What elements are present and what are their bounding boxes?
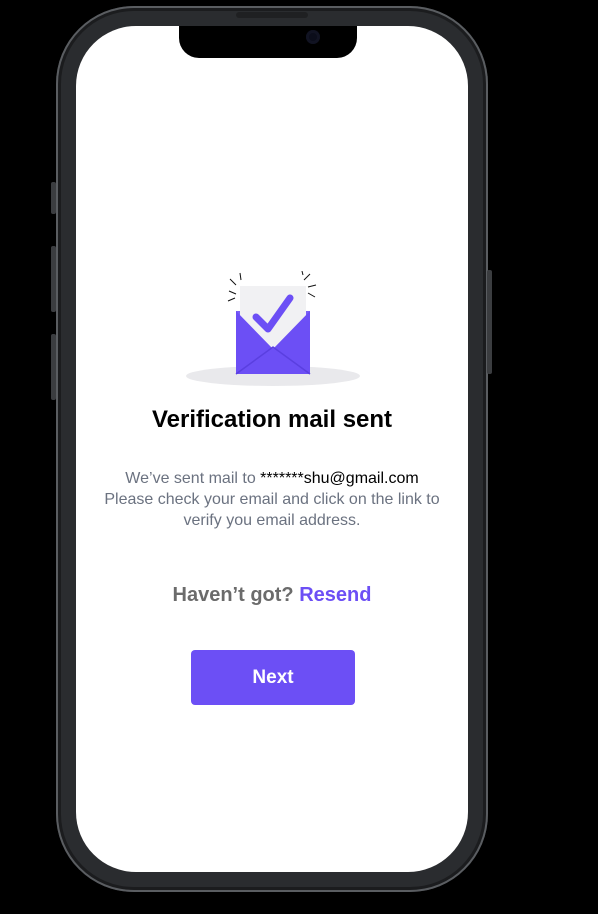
message-instructions: Please check your email and click on the…: [104, 491, 440, 529]
resend-link[interactable]: Resend: [299, 584, 371, 606]
page-title: Verification mail sent: [151, 406, 393, 433]
phone-speaker: [236, 12, 308, 18]
resend-row: Haven’t got? Resend: [76, 584, 468, 607]
camera-icon: [306, 30, 320, 44]
masked-email: *******shu@gmail.com: [260, 470, 419, 487]
verification-message: We’ve sent mail to *******shu@gmail.com …: [84, 468, 460, 531]
phone-power-button: [487, 270, 492, 374]
next-button[interactable]: Next: [191, 650, 355, 705]
phone-screen: Verification mail sent We’ve sent mail t…: [76, 26, 468, 872]
phone-side-button: [51, 182, 56, 214]
phone-notch: [179, 26, 357, 58]
phone-volume-down-button: [51, 334, 56, 400]
envelope-checkmark-icon: [186, 271, 360, 386]
message-prefix: We’ve sent mail to: [125, 470, 261, 487]
resend-prompt: Haven’t got?: [172, 584, 294, 606]
phone-volume-up-button: [51, 246, 56, 312]
